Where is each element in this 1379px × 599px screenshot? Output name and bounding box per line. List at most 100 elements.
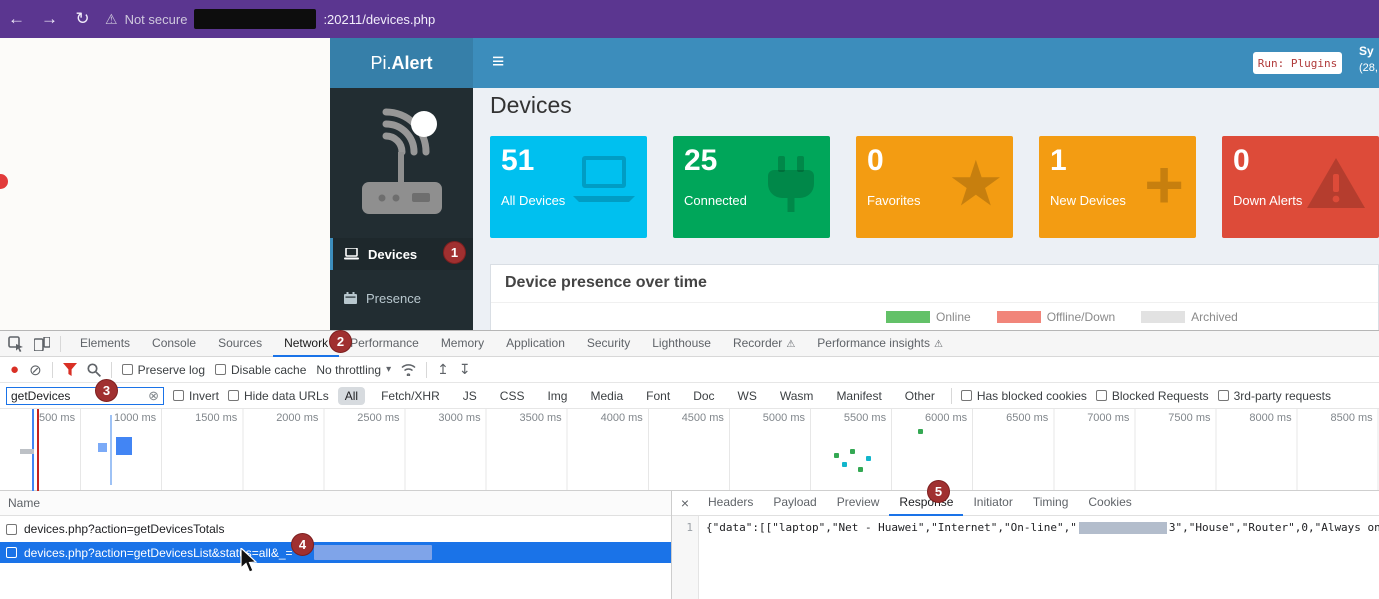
has-blocked-cookies-checkbox[interactable]: Has blocked cookies	[961, 389, 1087, 403]
response-tab-cookies[interactable]: Cookies	[1078, 491, 1141, 516]
request-row-selected[interactable]: devices.php?action=getDevicesList&status…	[0, 542, 671, 563]
filter-chip-wasm[interactable]: Wasm	[773, 387, 821, 405]
filter-chip-img[interactable]: Img	[540, 387, 574, 405]
run-plugins-button[interactable]: Run: Plugins	[1253, 52, 1342, 74]
response-content: {"data":[["laptop","Net - Huawei","Inter…	[699, 516, 1379, 599]
third-party-requests-checkbox[interactable]: 3rd-party requests	[1218, 389, 1331, 403]
filter-chip-ws[interactable]: WS	[731, 387, 764, 405]
line-number-gutter: 1	[672, 516, 699, 599]
tab-security[interactable]: Security	[576, 331, 641, 357]
timeline-tick: 3500 ms	[487, 412, 562, 424]
network-filter-row: getDevices ⊗ Invert Hide data URLs All Fe…	[0, 383, 1379, 409]
card-new-devices[interactable]: 1 New Devices +	[1039, 136, 1196, 238]
close-panel-icon[interactable]: ×	[672, 495, 698, 511]
experiment-warning-icon: ⚠	[934, 339, 943, 350]
blocked-requests-checkbox[interactable]: Blocked Requests	[1096, 389, 1209, 403]
search-icon[interactable]	[87, 363, 101, 377]
tab-console[interactable]: Console	[141, 331, 207, 357]
filter-chip-font[interactable]: Font	[639, 387, 677, 405]
divider	[52, 362, 53, 378]
preserve-log-checkbox[interactable]: Preserve log	[122, 363, 205, 377]
device-toolbar-icon[interactable]	[34, 337, 50, 351]
forward-icon[interactable]: →	[33, 9, 66, 29]
timeline-ruler[interactable]: 500 ms1000 ms1500 ms2000 ms2500 ms3000 m…	[0, 409, 1379, 491]
response-body[interactable]: 1 {"data":[["laptop","Net - Huawei","Int…	[672, 516, 1379, 599]
checkbox-label: 3rd-party requests	[1234, 389, 1331, 403]
filter-chip-css[interactable]: CSS	[493, 387, 532, 405]
network-filter-input[interactable]: getDevices ⊗	[6, 387, 164, 405]
filter-chip-fetch-xhr[interactable]: Fetch/XHR	[374, 387, 447, 405]
tab-lighthouse[interactable]: Lighthouse	[641, 331, 722, 357]
checkbox-label: Preserve log	[138, 363, 205, 377]
checkbox-label: Has blocked cookies	[977, 389, 1087, 403]
tab-recorder[interactable]: Recorder⚠	[722, 331, 806, 357]
address-bar[interactable]: ⚠ Not secure :20211/devices.php	[105, 9, 435, 29]
back-icon[interactable]: ←	[0, 9, 33, 29]
response-tab-preview[interactable]: Preview	[827, 491, 890, 516]
requests-table: Name devices.php?action=getDevicesTotals…	[0, 491, 672, 599]
hide-data-urls-checkbox[interactable]: Hide data URLs	[228, 389, 329, 403]
star-icon: ★	[951, 156, 1001, 212]
tab-memory[interactable]: Memory	[430, 331, 495, 357]
timeline-activity-mark	[834, 453, 839, 458]
export-har-icon[interactable]: ↧	[459, 361, 471, 378]
sidebar-item-label: Presence	[366, 291, 421, 306]
response-text-after: 3","House","Router",0,"Always on"	[1169, 521, 1379, 534]
timeline-tick: 500 ms	[0, 412, 75, 424]
record-icon[interactable]: ●	[10, 362, 19, 377]
requests-name-header[interactable]: Name	[0, 491, 671, 516]
request-row[interactable]: devices.php?action=getDevicesTotals	[0, 516, 671, 542]
filter-chip-js[interactable]: JS	[456, 387, 484, 405]
card-favorites[interactable]: 0 Favorites ★	[856, 136, 1013, 238]
tab-sources[interactable]: Sources	[207, 331, 273, 357]
timeline-activity-mark	[866, 456, 871, 461]
tab-application[interactable]: Application	[495, 331, 576, 357]
invert-checkbox[interactable]: Invert	[173, 389, 219, 403]
card-connected[interactable]: 25 Connected	[673, 136, 830, 238]
checkbox-label: Blocked Requests	[1112, 389, 1209, 403]
filter-chip-media[interactable]: Media	[583, 387, 630, 405]
clear-icon[interactable]: ⊘	[29, 361, 42, 379]
filter-clear-icon[interactable]: ⊗	[148, 388, 159, 404]
annotation-badge-1: 1	[443, 241, 466, 264]
sidebar-item-presence[interactable]: Presence	[330, 282, 473, 314]
timeline-tick: 6000 ms	[892, 412, 967, 424]
tab-performance-insights[interactable]: Performance insights⚠	[806, 331, 954, 357]
reload-icon[interactable]: ↻	[66, 9, 99, 29]
checkbox-box	[1218, 390, 1229, 401]
not-secure-warning-icon[interactable]: ⚠	[105, 11, 118, 28]
filter-chip-doc[interactable]: Doc	[686, 387, 721, 405]
card-all-devices[interactable]: 51 All Devices	[490, 136, 647, 238]
import-har-icon[interactable]: ↥	[437, 361, 449, 378]
checkbox-box[interactable]	[6, 547, 17, 558]
timeline-tick: 7500 ms	[1136, 412, 1211, 424]
inspect-element-icon[interactable]	[8, 336, 24, 352]
legend-swatch	[886, 311, 930, 323]
filter-value: getDevices	[11, 389, 70, 403]
plus-icon: +	[1144, 156, 1184, 214]
plug-icon	[764, 156, 818, 212]
card-down-alerts[interactable]: 0 Down Alerts	[1222, 136, 1379, 238]
filter-funnel-icon[interactable]	[63, 363, 77, 376]
response-tab-payload[interactable]: Payload	[763, 491, 826, 516]
tab-elements[interactable]: Elements	[69, 331, 141, 357]
disable-cache-checkbox[interactable]: Disable cache	[215, 363, 306, 377]
timeline-tick: 8000 ms	[1217, 412, 1292, 424]
response-tab-timing[interactable]: Timing	[1023, 491, 1079, 516]
sidebar: Devices Presence	[330, 88, 473, 330]
tab-performance[interactable]: Performance	[339, 331, 430, 357]
filter-chip-other[interactable]: Other	[898, 387, 942, 405]
response-tab-initiator[interactable]: Initiator	[963, 491, 1022, 516]
app-logo[interactable]: Pi.Alert	[330, 38, 473, 88]
checkbox-box	[961, 390, 972, 401]
timeline-tick: 4000 ms	[568, 412, 643, 424]
filter-chip-all[interactable]: All	[338, 387, 365, 405]
app-navbar: ≡ Run: Plugins Sy (28,	[473, 38, 1379, 88]
filter-chip-manifest[interactable]: Manifest	[829, 387, 888, 405]
menu-icon[interactable]: ≡	[492, 50, 504, 74]
response-tab-headers[interactable]: Headers	[698, 491, 763, 516]
checkbox-box[interactable]	[6, 524, 17, 535]
network-conditions-icon[interactable]	[401, 363, 416, 376]
legend-item-online: Online	[886, 310, 971, 324]
throttling-select[interactable]: No throttling ▾	[316, 363, 391, 377]
